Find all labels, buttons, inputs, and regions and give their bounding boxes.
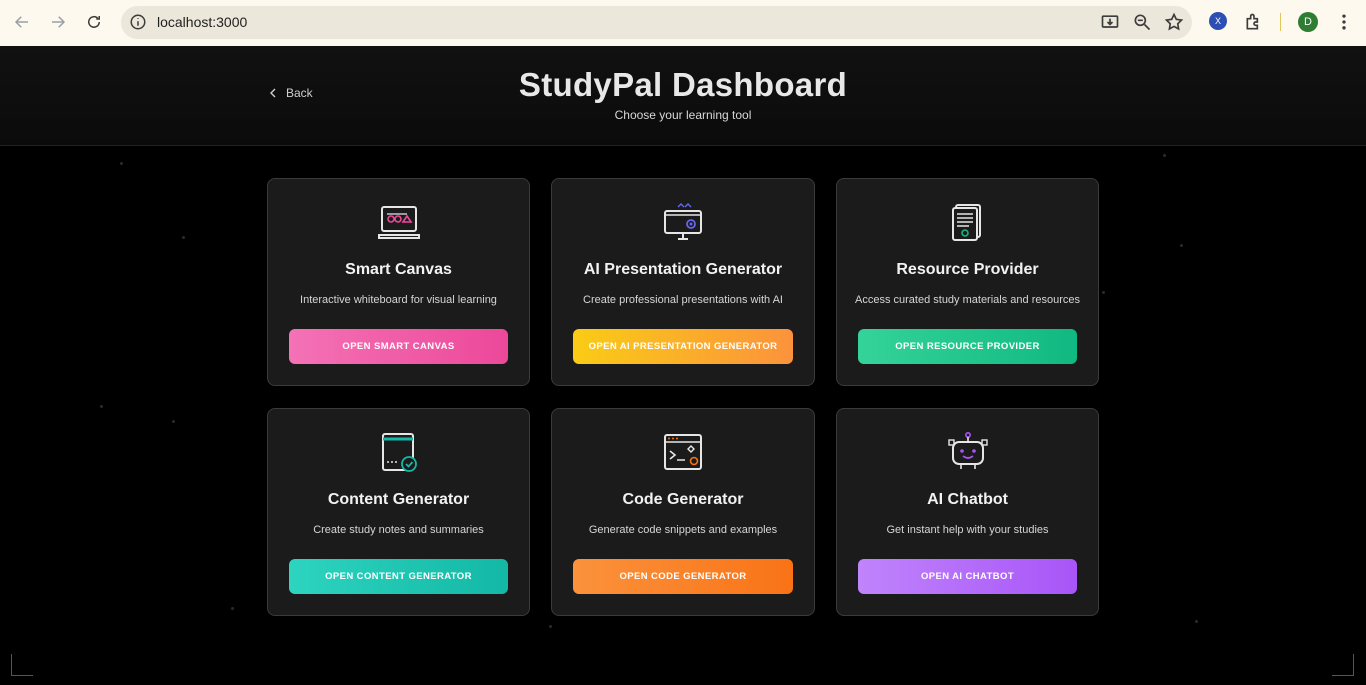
tool-card-code-generator: Code Generator Generate code snippets an… (551, 408, 815, 616)
whiteboard-icon (377, 201, 421, 245)
star-dot (100, 405, 103, 408)
star-dot (1180, 244, 1183, 247)
star-dot (172, 420, 175, 423)
open-content-generator-button[interactable]: OPEN CONTENT GENERATOR (289, 559, 508, 594)
site-info-icon[interactable] (129, 13, 147, 31)
card-title: AI Chatbot (927, 491, 1008, 508)
page-header: Back StudyPal Dashboard Choose your lear… (0, 46, 1366, 146)
corner-bracket (11, 654, 33, 676)
tool-card-smart-canvas: Smart Canvas Interactive whiteboard for … (267, 178, 530, 386)
bookmark-star-icon[interactable] (1164, 12, 1184, 32)
zoom-icon[interactable] (1132, 12, 1152, 32)
tools-grid: Smart Canvas Interactive whiteboard for … (267, 178, 1099, 616)
install-app-icon[interactable] (1100, 12, 1120, 32)
profile-avatar[interactable]: D (1298, 12, 1318, 32)
card-title: AI Presentation Generator (583, 261, 783, 278)
page-subtitle: Choose your learning tool (614, 108, 752, 122)
card-title: Smart Canvas (345, 261, 452, 278)
card-description: Create study notes and summaries (313, 524, 484, 536)
url-text[interactable]: localhost:3000 (157, 14, 247, 30)
star-dot (1163, 154, 1166, 157)
card-title: Code Generator (622, 491, 744, 508)
star-dot (549, 625, 552, 628)
tool-card-resource-provider: Resource Provider Access curated study m… (836, 178, 1099, 386)
star-dot (120, 162, 123, 165)
robot-icon (946, 431, 990, 475)
extensions-puzzle-icon[interactable] (1244, 12, 1264, 32)
open-smart-canvas-button[interactable]: OPEN SMART CANVAS (289, 329, 508, 364)
card-description: Generate code snippets and examples (588, 524, 778, 536)
card-description: Interactive whiteboard for visual learni… (300, 294, 497, 306)
presentation-icon (661, 201, 705, 245)
extension-icon[interactable]: X (1209, 12, 1227, 30)
tool-card-ai-chatbot: AI Chatbot Get instant help with your st… (836, 408, 1099, 616)
tool-card-ai-presentation: AI Presentation Generator Create profess… (551, 178, 815, 386)
code-icon (661, 431, 705, 475)
open-ai-chatbot-button[interactable]: OPEN AI CHATBOT (858, 559, 1077, 594)
card-title: Resource Provider (896, 261, 1039, 278)
content-icon (377, 431, 421, 475)
star-dot (182, 236, 185, 239)
open-code-generator-button[interactable]: OPEN CODE GENERATOR (573, 559, 793, 594)
corner-bracket (1332, 654, 1354, 676)
card-description: Create professional presentations with A… (583, 294, 783, 306)
star-dot (231, 607, 234, 610)
reload-icon[interactable] (76, 4, 112, 40)
more-menu-icon[interactable] (1334, 12, 1354, 32)
card-description: Get instant help with your studies (886, 524, 1049, 536)
card-description: Access curated study materials and resou… (855, 294, 1080, 306)
address-bar[interactable]: localhost:3000 (121, 6, 1192, 39)
dashboard-page: Back StudyPal Dashboard Choose your lear… (0, 46, 1366, 685)
star-dot (1102, 291, 1105, 294)
star-dot (1195, 620, 1198, 623)
page-title: StudyPal Dashboard (518, 66, 848, 103)
forward-nav-icon[interactable] (40, 4, 76, 40)
documents-icon (946, 201, 990, 245)
open-ai-presentation-generator-button[interactable]: OPEN AI PRESENTATION GENERATOR (573, 329, 793, 364)
tool-card-content-generator: Content Generator Create study notes and… (267, 408, 530, 616)
toolbar-divider (1280, 13, 1281, 31)
back-nav-icon[interactable] (4, 4, 40, 40)
card-title: Content Generator (327, 491, 470, 508)
open-resource-provider-button[interactable]: OPEN RESOURCE PROVIDER (858, 329, 1077, 364)
browser-toolbar: localhost:3000 X D (0, 0, 1366, 46)
